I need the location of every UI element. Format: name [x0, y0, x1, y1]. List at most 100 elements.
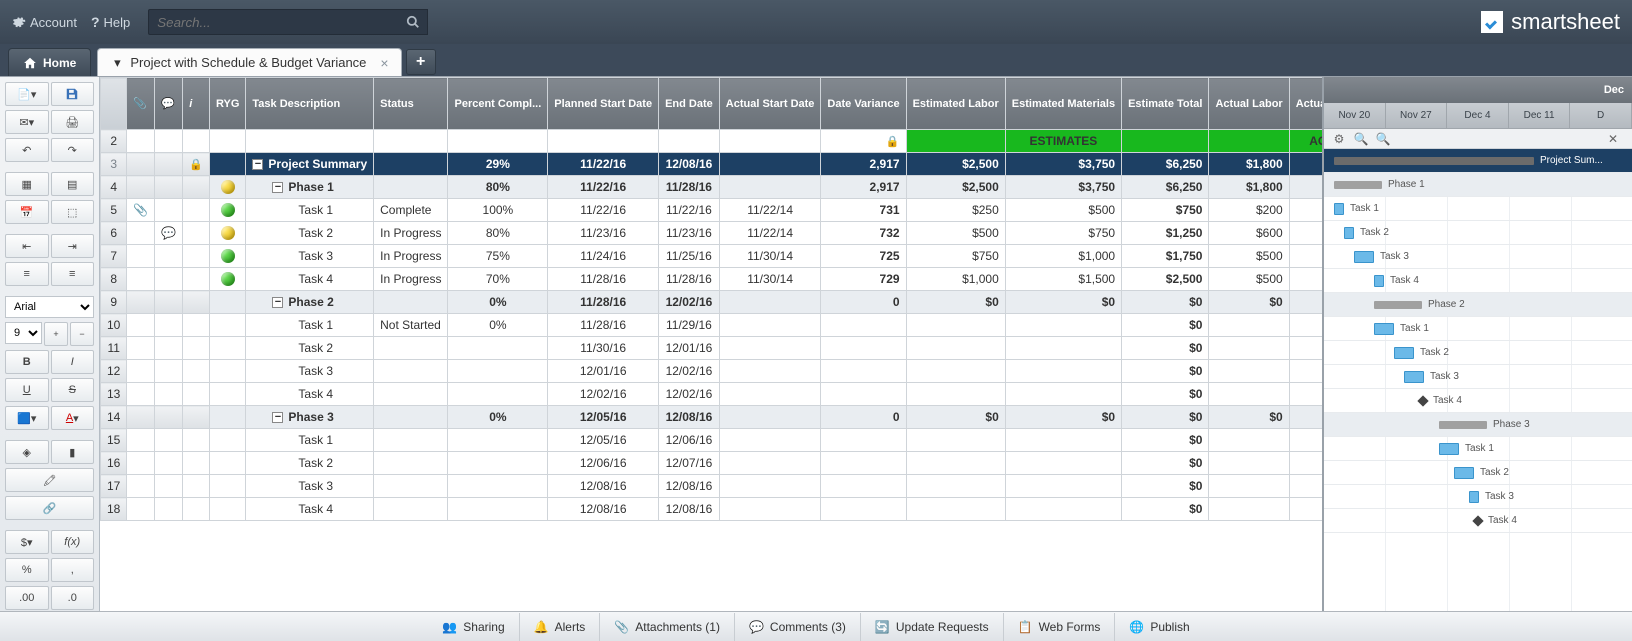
date-variance-cell[interactable] [821, 360, 906, 383]
end-date-cell[interactable]: 11/22/16 [659, 199, 720, 222]
publish-button[interactable]: 🌐Publish [1114, 613, 1203, 641]
ryg-cell[interactable] [209, 199, 245, 222]
ryg-cell[interactable] [209, 383, 245, 406]
act-materials-cell[interactable]: $500 [1289, 268, 1322, 291]
table-row[interactable]: 13Task 412/02/1612/02/16$0$0$0 [101, 383, 1323, 406]
gantt-row[interactable]: Task 3 [1324, 485, 1632, 509]
act-materials-cell[interactable] [1289, 475, 1322, 498]
date-variance-cell[interactable]: 729 [821, 268, 906, 291]
collapse-icon[interactable]: − [272, 182, 283, 193]
status-cell[interactable] [374, 406, 448, 429]
act-materials-cell[interactable]: $2,450 [1289, 176, 1322, 199]
est-materials-cell[interactable] [1005, 360, 1121, 383]
task-description-cell[interactable]: −Phase 1 [246, 176, 374, 199]
gantt-zoomin-icon[interactable]: 🔍 [1374, 131, 1392, 147]
status-cell[interactable]: Complete [374, 199, 448, 222]
update-requests-button[interactable]: 🔄Update Requests [860, 613, 1003, 641]
highlight-rules-button[interactable]: ▮ [51, 440, 95, 464]
act-labor-cell[interactable]: $1,800 [1209, 153, 1289, 176]
act-labor-cell[interactable]: $200 [1209, 199, 1289, 222]
row-number[interactable]: 9 [101, 291, 127, 314]
est-total-cell[interactable]: $0 [1122, 429, 1209, 452]
percent-cell[interactable]: 0% [448, 406, 548, 429]
status-cell[interactable] [374, 429, 448, 452]
row-number[interactable]: 11 [101, 337, 127, 360]
table-row[interactable]: 7Task 3In Progress75%11/24/1611/25/1611/… [101, 245, 1323, 268]
grid-view-button[interactable]: ▦ [5, 172, 49, 196]
task-description-cell[interactable]: Task 3 [246, 475, 374, 498]
est-total-cell[interactable]: $1,750 [1122, 245, 1209, 268]
gantt-bar[interactable] [1394, 347, 1414, 359]
table-row[interactable]: 14−Phase 30%12/05/1612/08/160$0$0$0$0$0$… [101, 406, 1323, 429]
est-materials-cell[interactable]: $1,000 [1005, 245, 1121, 268]
sheet-tab[interactable]: ▾ Project with Schedule & Budget Varianc… [97, 48, 401, 76]
end-date-cell[interactable]: 11/23/16 [659, 222, 720, 245]
task-description-cell[interactable]: Task 1 [246, 429, 374, 452]
actual-start-cell[interactable]: 11/22/14 [719, 199, 821, 222]
ryg-cell[interactable] [209, 452, 245, 475]
comment-cell[interactable] [155, 130, 183, 153]
attach-cell[interactable] [127, 452, 155, 475]
actual-start-cell[interactable] [719, 176, 821, 199]
gantt-row[interactable]: Task 1 [1324, 317, 1632, 341]
row-number[interactable]: 10 [101, 314, 127, 337]
gantt-week-header[interactable]: Nov 27 [1386, 103, 1448, 128]
planned-start-cell[interactable]: 12/08/16 [548, 475, 659, 498]
gantt-bar[interactable] [1334, 181, 1382, 189]
actual-start-cell[interactable] [719, 314, 821, 337]
save-button[interactable]: 📄▾ [5, 82, 49, 106]
attach-cell[interactable] [127, 475, 155, 498]
attach-cell[interactable] [127, 245, 155, 268]
date-variance-cell[interactable]: 731 [821, 199, 906, 222]
planned-start-cell[interactable]: 11/22/16 [548, 176, 659, 199]
planned-start-cell[interactable]: 12/06/16 [548, 452, 659, 475]
act-labor-cell[interactable] [1209, 337, 1289, 360]
act-materials-cell[interactable] [1289, 498, 1322, 521]
gantt-row[interactable]: Task 1 [1324, 437, 1632, 461]
est-total-cell[interactable]: $0 [1122, 452, 1209, 475]
table-row[interactable]: 12Task 312/01/1612/02/16$0$0$0 [101, 360, 1323, 383]
comment-cell[interactable] [155, 452, 183, 475]
actual-start-cell[interactable]: 11/30/14 [719, 245, 821, 268]
comment-cell[interactable] [155, 291, 183, 314]
est-labor-cell[interactable] [906, 383, 1005, 406]
currency-button[interactable]: $▾ [5, 530, 49, 554]
comment-cell[interactable] [155, 406, 183, 429]
est-labor-cell[interactable] [906, 337, 1005, 360]
est-labor-cell[interactable]: $0 [906, 406, 1005, 429]
status-cell[interactable] [374, 337, 448, 360]
comments-button[interactable]: 💬Comments (3) [734, 613, 860, 641]
est-materials-cell[interactable] [1005, 429, 1121, 452]
act-labor-cell[interactable] [1209, 360, 1289, 383]
percent-button[interactable]: % [5, 558, 49, 582]
percent-cell[interactable]: 80% [448, 222, 548, 245]
date-variance-cell[interactable] [821, 475, 906, 498]
column-header[interactable]: Actual Materials [1289, 78, 1322, 130]
indent-button[interactable]: ⇤ [5, 234, 49, 258]
comment-cell[interactable] [155, 498, 183, 521]
percent-cell[interactable] [448, 360, 548, 383]
ryg-cell[interactable] [209, 360, 245, 383]
date-variance-cell[interactable] [821, 452, 906, 475]
status-cell[interactable] [374, 498, 448, 521]
function-button[interactable]: f(x) [51, 530, 95, 554]
actual-start-cell[interactable] [719, 498, 821, 521]
gantt-row[interactable]: Task 1 [1324, 197, 1632, 221]
attach-cell[interactable] [127, 406, 155, 429]
actual-start-cell[interactable] [719, 153, 821, 176]
end-date-cell[interactable]: 12/08/16 [659, 153, 720, 176]
est-labor-cell[interactable] [906, 452, 1005, 475]
status-cell[interactable] [374, 360, 448, 383]
spreadsheet-grid[interactable]: 📎💬iRYGTask DescriptionStatusPercent Comp… [100, 77, 1322, 611]
planned-start-cell[interactable]: 11/24/16 [548, 245, 659, 268]
comment-cell[interactable] [155, 268, 183, 291]
table-row[interactable]: 11Task 211/30/1612/01/16$0$0$0 [101, 337, 1323, 360]
task-description-cell[interactable]: Task 2 [246, 452, 374, 475]
column-header[interactable]: Status [374, 78, 448, 130]
date-variance-cell[interactable]: 2,917 [821, 153, 906, 176]
link-button[interactable]: 🔗 [5, 496, 94, 520]
table-row[interactable]: 17Task 312/08/1612/08/16$0$0$0 [101, 475, 1323, 498]
end-date-cell[interactable]: 11/25/16 [659, 245, 720, 268]
attach-cell[interactable] [127, 291, 155, 314]
column-header[interactable]: Percent Compl... [448, 78, 548, 130]
